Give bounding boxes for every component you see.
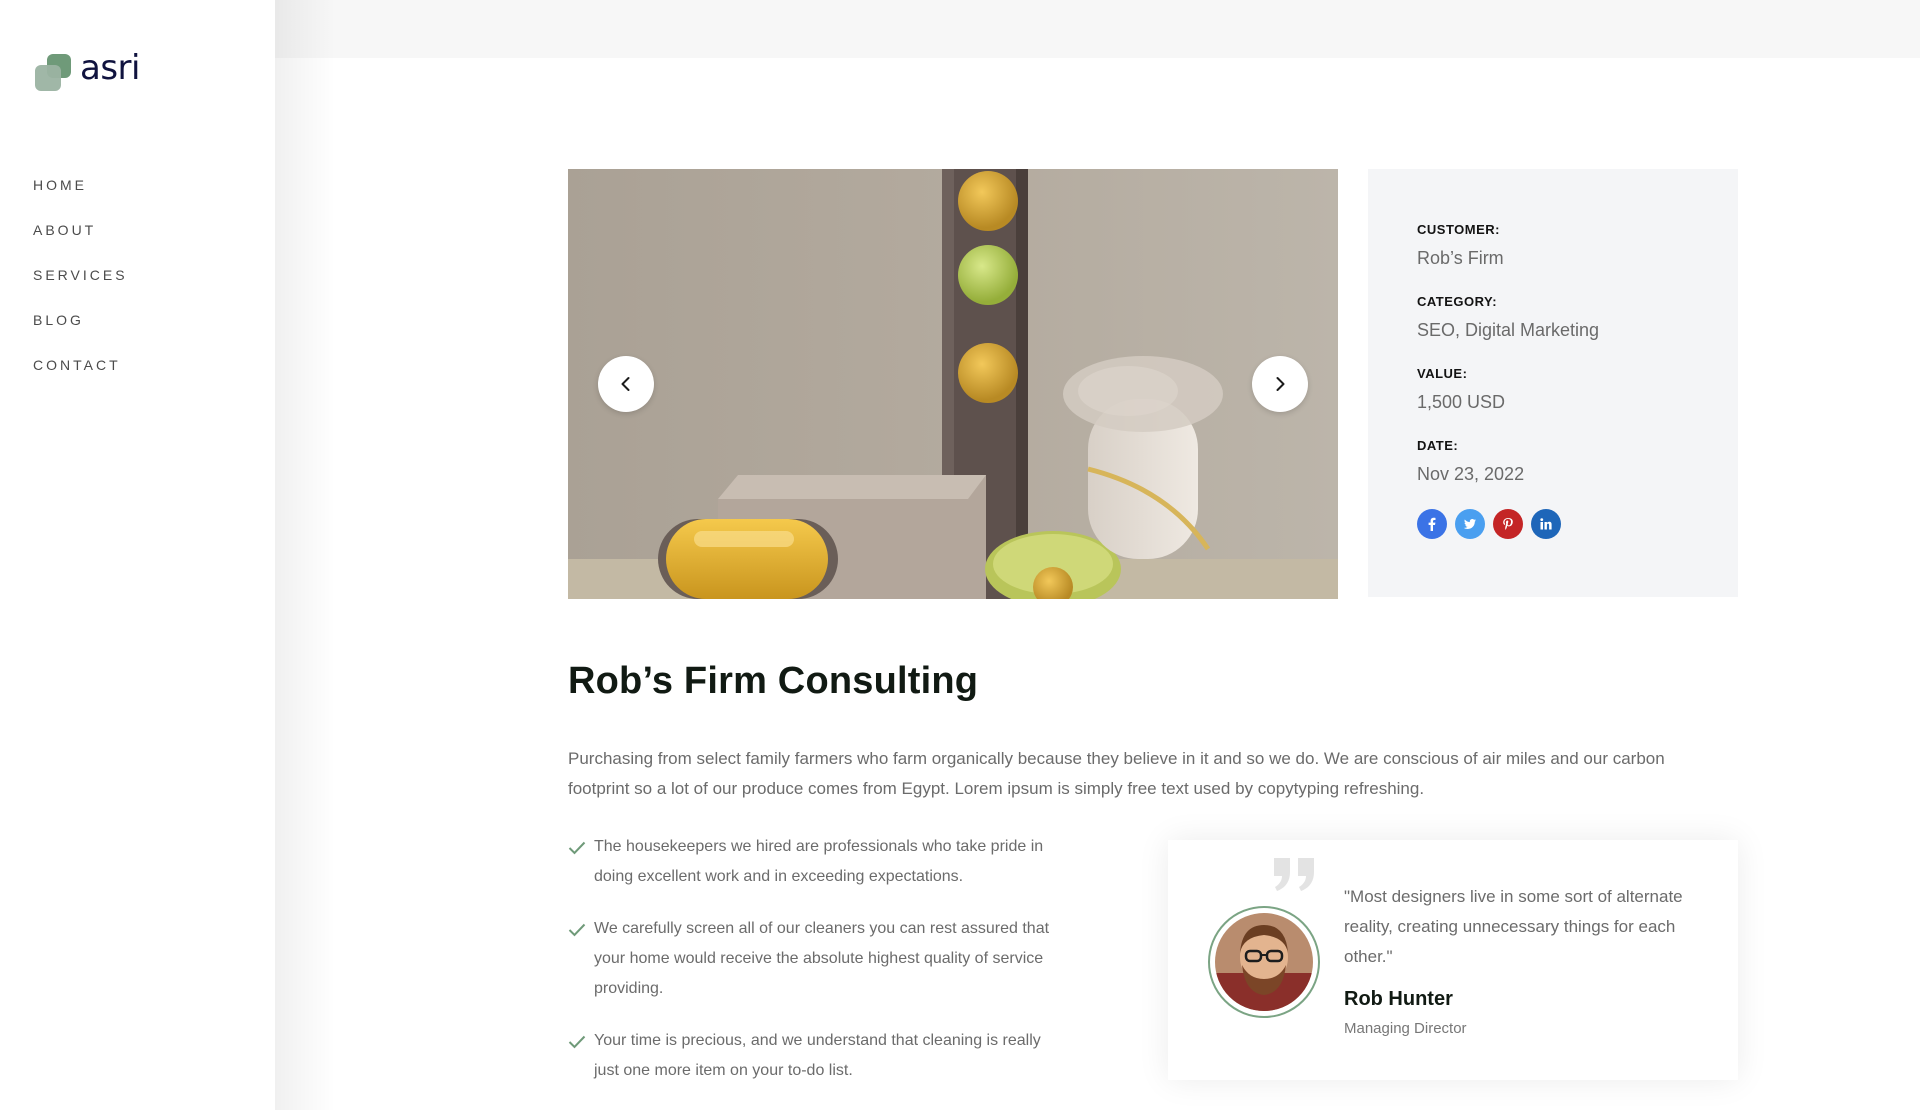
facebook-icon[interactable] <box>1417 509 1447 539</box>
quote-icon <box>1274 858 1314 891</box>
category-info: CATEGORY: SEO, Digital Marketing <box>1417 293 1738 343</box>
twitter-icon[interactable] <box>1455 509 1485 539</box>
category-value: SEO, Digital Marketing <box>1417 320 1600 340</box>
nav-item-home[interactable]: HOME <box>33 175 128 220</box>
list-item: The housekeepers we hired are profession… <box>568 832 1068 892</box>
slider-next-button[interactable] <box>1252 356 1308 412</box>
value-label: VALUE: <box>1417 366 1468 381</box>
slider-prev-button[interactable] <box>598 356 654 412</box>
project-image <box>568 169 1338 599</box>
project-image-slider[interactable] <box>568 169 1338 599</box>
testimonial-quote: "Most designers live in some sort of alt… <box>1344 887 1683 966</box>
list-item-text: Your time is precious, and we understand… <box>594 1032 1041 1079</box>
category-label: CATEGORY: <box>1417 294 1498 309</box>
avatar-photo <box>1215 913 1313 1011</box>
sidebar: asri HOME ABOUT SERVICES BLOG CONTACT <box>0 0 275 1110</box>
social-links <box>1417 509 1738 539</box>
testimonial-name: Rob Hunter <box>1344 988 1453 1010</box>
customer-info: CUSTOMER: Rob’s Firm <box>1417 221 1738 271</box>
project-info-box: CUSTOMER: Rob’s Firm CATEGORY: SEO, Digi… <box>1368 169 1738 597</box>
nav-item-contact[interactable]: CONTACT <box>33 355 128 400</box>
check-icon <box>568 841 586 855</box>
logo-text: asri <box>80 48 140 88</box>
check-icon <box>568 923 586 937</box>
page-title: Rob’s Firm Consulting <box>568 660 979 702</box>
pinterest-icon[interactable] <box>1493 509 1523 539</box>
check-icon <box>568 1035 586 1049</box>
list-item: We carefully screen all of our cleaners … <box>568 914 1068 1004</box>
date-label: DATE: <box>1417 438 1459 453</box>
benefits-list: The housekeepers we hired are profession… <box>568 832 1068 1108</box>
chevron-left-icon <box>621 377 630 391</box>
date-info: DATE: Nov 23, 2022 <box>1417 437 1738 487</box>
logo[interactable]: asri <box>33 48 153 92</box>
value-info: VALUE: 1,500 USD <box>1417 365 1738 415</box>
list-item: Your time is precious, and we understand… <box>568 1026 1068 1086</box>
list-item-text: The housekeepers we hired are profession… <box>594 838 1044 885</box>
sidebar-shadow <box>275 0 335 1110</box>
avatar <box>1208 906 1320 1018</box>
list-item-text: We carefully screen all of our cleaners … <box>594 920 1050 997</box>
nav-item-services[interactable]: SERVICES <box>33 265 128 310</box>
testimonial-role: Managing Director <box>1344 1020 1467 1037</box>
main-nav: HOME ABOUT SERVICES BLOG CONTACT <box>33 175 128 400</box>
value-value: 1,500 USD <box>1417 392 1506 412</box>
customer-label: CUSTOMER: <box>1417 222 1500 237</box>
nav-item-about[interactable]: ABOUT <box>33 220 128 265</box>
logo-mark-icon <box>33 54 73 92</box>
chevron-right-icon <box>1276 377 1285 391</box>
customer-value: Rob’s Firm <box>1417 248 1504 268</box>
nav-item-blog[interactable]: BLOG <box>33 310 128 355</box>
top-band <box>275 0 1920 58</box>
date-value: Nov 23, 2022 <box>1417 464 1525 484</box>
linkedin-icon[interactable] <box>1531 509 1561 539</box>
project-description: Purchasing from select family farmers wh… <box>568 749 1665 798</box>
testimonial-card: "Most designers live in some sort of alt… <box>1168 840 1738 1080</box>
